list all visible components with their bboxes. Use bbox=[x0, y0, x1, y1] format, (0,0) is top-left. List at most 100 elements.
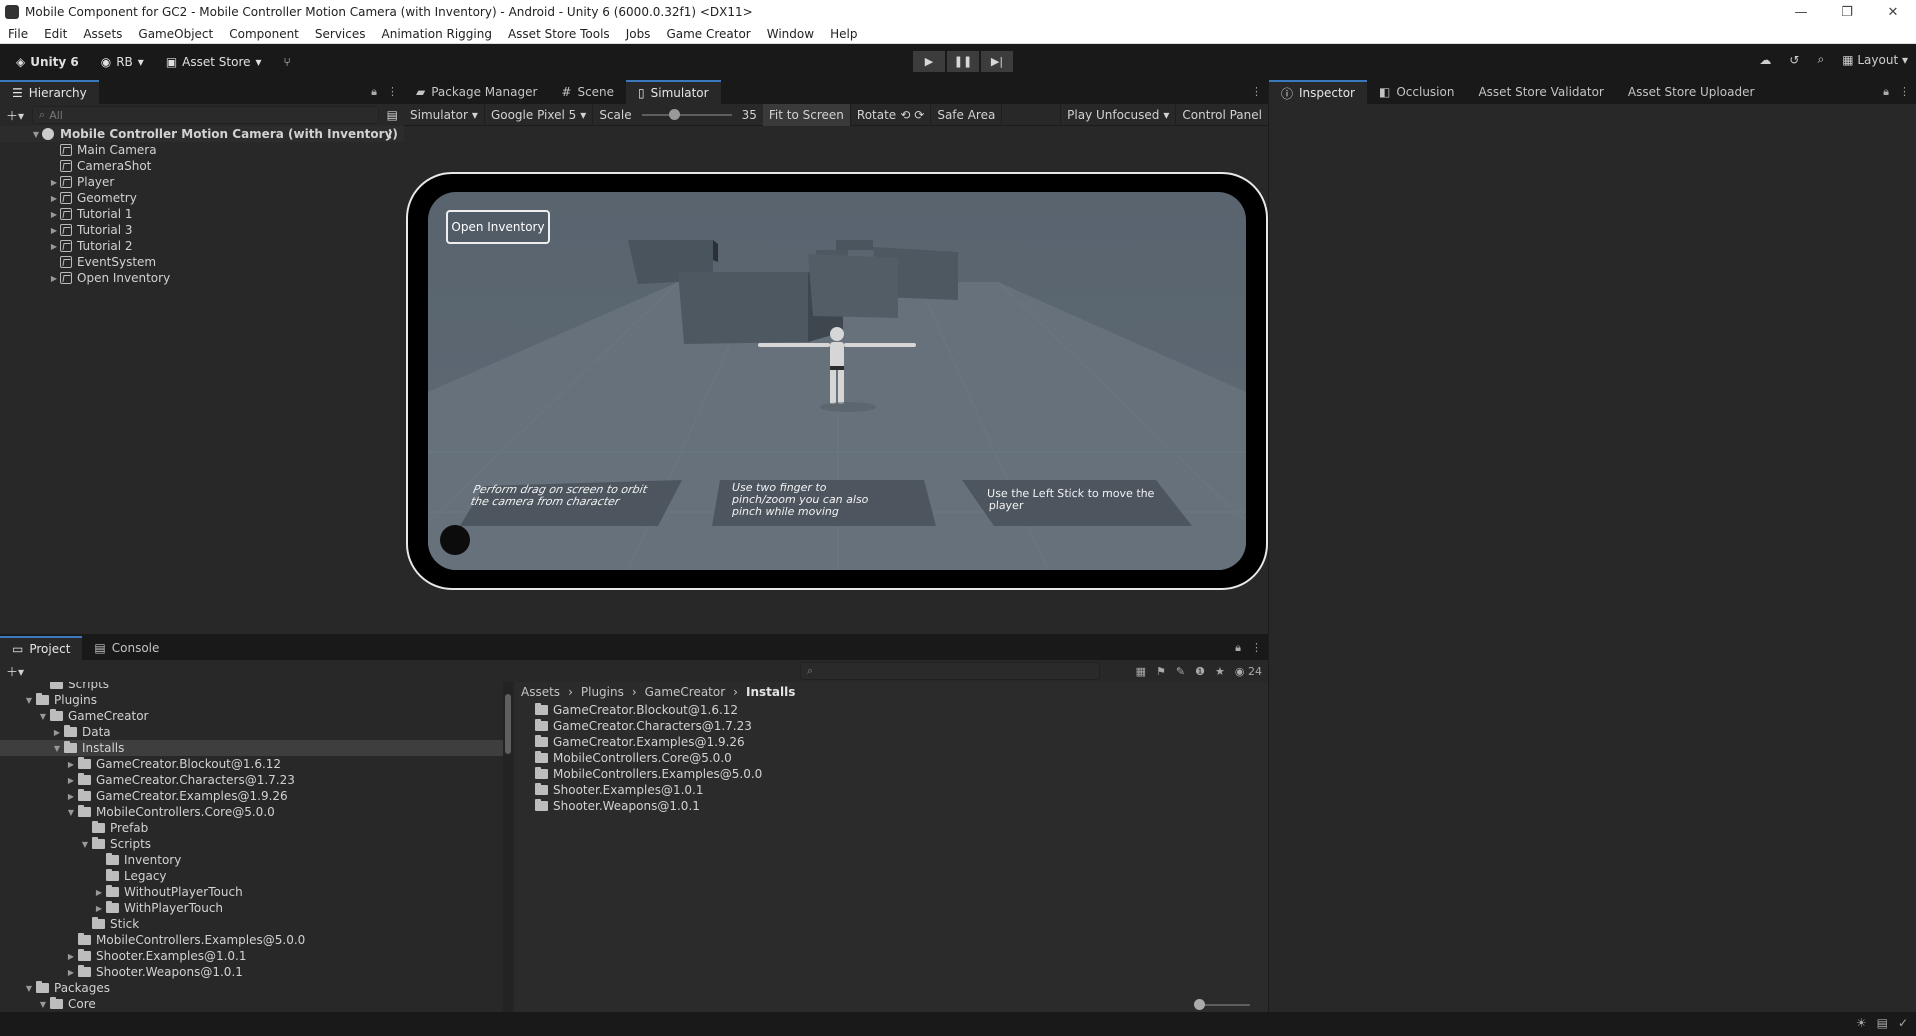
tab-console[interactable]: ▤ Console bbox=[82, 636, 171, 660]
file-list-item[interactable]: Shooter.Weapons@1.0.1 bbox=[535, 798, 1268, 814]
file-list-item[interactable]: MobileControllers.Core@5.0.0 bbox=[535, 750, 1268, 766]
expand-arrow-icon[interactable]: ▼ bbox=[22, 984, 36, 993]
project-tree-row[interactable]: ▼ Plugins bbox=[0, 692, 510, 708]
play-button[interactable]: ▶ bbox=[913, 51, 945, 72]
menu-file[interactable]: File bbox=[0, 27, 36, 41]
project-tree-row[interactable]: ▶ WithPlayerTouch bbox=[0, 900, 510, 916]
account-dropdown[interactable]: ◉ RB ▾ bbox=[95, 52, 150, 72]
open-inventory-button[interactable]: Open Inventory bbox=[446, 210, 550, 244]
sun-icon[interactable]: ☀ bbox=[1856, 1016, 1867, 1030]
add-asset-button[interactable]: ＋▾ bbox=[6, 663, 24, 680]
more-options-icon[interactable]: ⋮ bbox=[384, 127, 396, 141]
favorite-icon[interactable]: ★ bbox=[1215, 665, 1225, 678]
control-panel-button[interactable]: Control Panel bbox=[1176, 104, 1268, 126]
project-tree-row[interactable]: ▼ Core bbox=[0, 996, 510, 1012]
hidden-packages-toggle[interactable]: ◉ 24 bbox=[1235, 665, 1262, 678]
project-tree-row[interactable]: ▶ Shooter.Weapons@1.0.1 bbox=[0, 964, 510, 980]
unity-version-button[interactable]: ◈ Unity 6 bbox=[10, 52, 85, 72]
search-icon[interactable]: ⌕ bbox=[1817, 52, 1824, 67]
tab-asset-store-validator[interactable]: Asset Store Validator bbox=[1466, 80, 1615, 104]
expand-arrow-icon[interactable]: ▶ bbox=[64, 968, 78, 977]
minimize-icon[interactable]: — bbox=[1778, 0, 1824, 24]
file-list-item[interactable]: GameCreator.Blockout@1.6.12 bbox=[535, 702, 1268, 718]
project-tree-row[interactable]: ▶ WithoutPlayerTouch bbox=[0, 884, 510, 900]
project-tree-row[interactable]: Scripts bbox=[0, 682, 510, 692]
menu-game-creator[interactable]: Game Creator bbox=[658, 27, 758, 41]
joystick-stick[interactable] bbox=[440, 525, 470, 555]
expand-arrow-icon[interactable]: ▶ bbox=[64, 792, 78, 801]
tab-occlusion[interactable]: ◧ Occlusion bbox=[1367, 80, 1466, 104]
project-tree-row[interactable]: ▼ GameCreator bbox=[0, 708, 510, 724]
expand-arrow-icon[interactable]: ▼ bbox=[36, 1000, 50, 1009]
scale-slider-knob[interactable] bbox=[668, 108, 680, 120]
project-tree-row[interactable]: ▼ Scripts bbox=[0, 836, 510, 852]
lock-icon[interactable]: 🔒︎ bbox=[1235, 641, 1241, 655]
icon-size-slider[interactable] bbox=[1194, 999, 1250, 1010]
hierarchy-item[interactable]: ▶ Tutorial 3 bbox=[0, 222, 404, 238]
more-options-icon[interactable]: ⋮ bbox=[1899, 85, 1910, 99]
fit-to-screen-button[interactable]: Fit to Screen bbox=[762, 103, 851, 126]
filter-type-icon[interactable]: ▦ bbox=[1136, 665, 1146, 678]
more-options-icon[interactable]: ⋮ bbox=[1251, 641, 1262, 655]
expand-arrow-icon[interactable]: ▶ bbox=[64, 952, 78, 961]
tab-simulator[interactable]: ▯ Simulator bbox=[626, 80, 721, 104]
scale-slider[interactable] bbox=[641, 108, 732, 120]
breadcrumb-plugins[interactable]: Plugins bbox=[581, 685, 624, 699]
breadcrumb-gamecreator[interactable]: GameCreator bbox=[645, 685, 726, 699]
expand-arrow-icon[interactable]: ▶ bbox=[48, 210, 60, 219]
check-icon[interactable]: ✓ bbox=[1898, 1016, 1908, 1030]
project-tree-row[interactable]: MobileControllers.Examples@5.0.0 bbox=[0, 932, 510, 948]
info-filter-icon[interactable]: ❶ bbox=[1195, 665, 1205, 678]
project-tree-row[interactable]: ▶ Shooter.Examples@1.0.1 bbox=[0, 948, 510, 964]
project-tree-row[interactable]: ▼ Installs bbox=[0, 740, 510, 756]
menu-services[interactable]: Services bbox=[307, 27, 374, 41]
expand-arrow-icon[interactable]: ▼ bbox=[30, 130, 42, 139]
close-icon[interactable]: ✕ bbox=[1870, 0, 1916, 24]
expand-arrow-icon[interactable]: ▼ bbox=[36, 712, 50, 721]
menu-gameobject[interactable]: GameObject bbox=[130, 27, 221, 41]
expand-arrow-icon[interactable]: ▶ bbox=[48, 242, 60, 251]
more-options-icon[interactable]: ⋮ bbox=[387, 85, 398, 99]
menu-window[interactable]: Window bbox=[759, 27, 822, 41]
expand-arrow-icon[interactable]: ▶ bbox=[48, 226, 60, 235]
layout-dropdown[interactable]: ▦ Layout ▾ bbox=[1842, 53, 1908, 67]
restore-icon[interactable]: ❐ bbox=[1824, 0, 1870, 24]
project-tree-row[interactable]: Prefab bbox=[0, 820, 510, 836]
version-control-button[interactable]: ⑂ bbox=[278, 52, 297, 72]
file-list-item[interactable]: GameCreator.Characters@1.7.23 bbox=[535, 718, 1268, 734]
icon-size-slider-knob[interactable] bbox=[1194, 999, 1205, 1010]
expand-arrow-icon[interactable]: ▶ bbox=[48, 274, 60, 283]
file-list-item[interactable]: Shooter.Examples@1.0.1 bbox=[535, 782, 1268, 798]
tab-inspector[interactable]: ⓘ Inspector bbox=[1269, 80, 1367, 104]
hierarchy-item[interactable]: ▶ Tutorial 1 bbox=[0, 206, 404, 222]
menu-animation-rigging[interactable]: Animation Rigging bbox=[374, 27, 500, 41]
expand-arrow-icon[interactable]: ▶ bbox=[48, 194, 60, 203]
expand-arrow-icon[interactable]: ▼ bbox=[64, 808, 78, 817]
expand-arrow-icon[interactable]: ▼ bbox=[78, 840, 92, 849]
breadcrumb-assets[interactable]: Assets bbox=[521, 685, 560, 699]
game-screen[interactable]: Open Inventory Perform drag on screen to… bbox=[428, 192, 1246, 570]
rotate-left-icon[interactable]: ⟲ bbox=[900, 108, 910, 122]
hierarchy-item[interactable]: ▶ Geometry bbox=[0, 190, 404, 206]
expand-arrow-icon[interactable]: ▶ bbox=[92, 888, 106, 897]
hierarchy-item[interactable]: ▶ Open Inventory bbox=[0, 270, 404, 286]
menu-assets[interactable]: Assets bbox=[75, 27, 130, 41]
cache-icon[interactable]: ▤ bbox=[1877, 1016, 1888, 1030]
scene-visibility-icon[interactable]: ▤ bbox=[387, 108, 398, 122]
project-tree-row[interactable]: ▶ Data bbox=[0, 724, 510, 740]
hierarchy-item[interactable]: ▶ Tutorial 2 bbox=[0, 238, 404, 254]
project-tree-row[interactable]: Legacy bbox=[0, 868, 510, 884]
breadcrumb-installs[interactable]: Installs bbox=[746, 685, 795, 699]
tab-scene[interactable]: # Scene bbox=[549, 80, 626, 104]
pause-button[interactable]: ❚❚ bbox=[947, 51, 979, 72]
file-list-item[interactable]: GameCreator.Examples@1.9.26 bbox=[535, 734, 1268, 750]
play-mode-dropdown[interactable]: Play Unfocused ▾ bbox=[1060, 103, 1177, 126]
hierarchy-item[interactable]: CameraShot bbox=[0, 158, 404, 174]
lock-icon[interactable]: 🔒︎ bbox=[1883, 85, 1889, 99]
expand-arrow-icon[interactable]: ▶ bbox=[50, 728, 64, 737]
hierarchy-item[interactable]: EventSystem bbox=[0, 254, 404, 270]
scrollbar-thumb[interactable] bbox=[505, 694, 511, 754]
more-options-icon[interactable]: ⋮ bbox=[1251, 85, 1262, 98]
expand-arrow-icon[interactable]: ▼ bbox=[22, 696, 36, 705]
tab-asset-store-uploader[interactable]: Asset Store Uploader bbox=[1616, 80, 1767, 104]
